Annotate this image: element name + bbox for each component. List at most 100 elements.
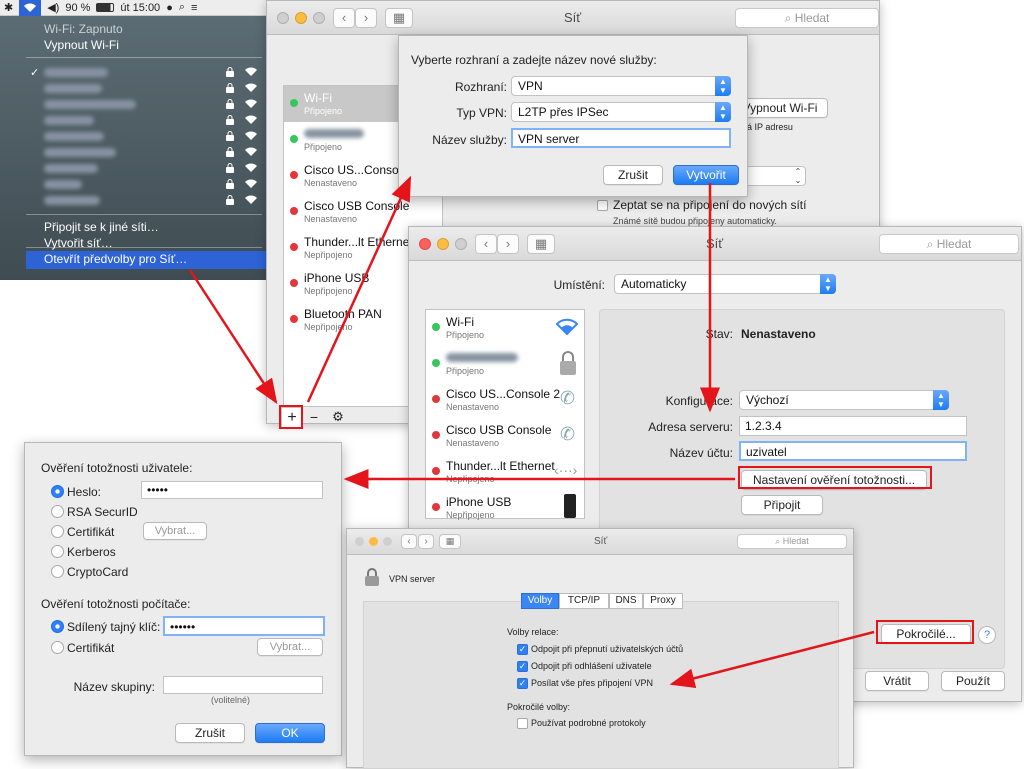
shared-secret-radio[interactable] — [51, 620, 64, 633]
zoom-button[interactable] — [455, 238, 467, 250]
revert-button[interactable]: Vrátit — [865, 671, 929, 691]
menu-list-icon[interactable]: ≡ — [191, 2, 197, 14]
wifi-network-item[interactable] — [44, 66, 257, 79]
battery-icon[interactable] — [96, 3, 115, 12]
forward-button[interactable]: › — [418, 534, 434, 549]
account-name-input[interactable]: uzivatel — [739, 441, 967, 461]
interface-popup[interactable]: VPN ▲ ▼ — [511, 76, 731, 96]
service-item[interactable]: Cisco US...Console 2 Nenastaveno ✆ — [426, 382, 584, 418]
kerberos-radio[interactable] — [51, 545, 64, 558]
configuration-popup[interactable]: Výchozí ▲ ▼ — [739, 390, 949, 410]
wifi-network-item[interactable] — [44, 130, 257, 143]
open-network-prefs[interactable]: Otevřít předvolby pro Síť… — [44, 252, 187, 266]
wifi-network-item[interactable] — [44, 162, 257, 175]
zoom-button[interactable] — [383, 537, 392, 546]
certificate-radio[interactable] — [51, 525, 64, 538]
choose-certificate-button[interactable]: Vybrat... — [143, 522, 207, 540]
search-field[interactable]: ⌕ Hledat — [735, 8, 879, 28]
service-item[interactable]: Cisco USB Console Nenastaveno ✆ — [426, 418, 584, 454]
option-checkbox[interactable]: ✓ — [517, 661, 528, 672]
minimize-button[interactable] — [295, 12, 307, 24]
clock[interactable]: út 15:00 — [120, 2, 160, 14]
lock-icon — [226, 147, 234, 157]
forward-button[interactable]: › — [355, 8, 377, 28]
minimize-button[interactable] — [437, 238, 449, 250]
wifi-network-item[interactable] — [44, 146, 257, 159]
service-status: Připojeno — [304, 106, 343, 116]
connect-button[interactable]: Připojit — [741, 495, 823, 515]
status-value: Nenastaveno — [741, 327, 816, 341]
status-dot — [290, 99, 298, 107]
back-button[interactable]: ‹ — [401, 534, 417, 549]
tab-dns[interactable]: DNS — [609, 593, 643, 609]
user-icon[interactable]: ● — [166, 2, 173, 14]
status-dot — [290, 135, 298, 143]
title-bar: ‹ › ▦ Síť ⌕ Hledat — [409, 227, 1021, 261]
gear-icon[interactable]: ⚙ — [323, 407, 353, 429]
search-icon[interactable]: ⌕ — [179, 1, 185, 14]
show-all-button[interactable]: ▦ — [439, 534, 461, 549]
forward-button[interactable]: › — [497, 234, 519, 254]
join-other-network[interactable]: Připojit se k jiné síti… — [44, 220, 159, 234]
service-item[interactable]: Thunder...lt Ethernet Nepřipojeno ‹···› — [426, 454, 584, 490]
show-all-button[interactable]: ▦ — [385, 8, 413, 28]
vpn-type-popup[interactable]: L2TP přes IPSec ▲ ▼ — [511, 102, 731, 122]
password-input[interactable]: ••••• — [141, 481, 323, 499]
tab-proxy[interactable]: Proxy — [643, 593, 683, 609]
checkmark-icon: ✓ — [30, 67, 40, 79]
wifi-toggle[interactable]: Vypnout Wi-Fi — [44, 38, 119, 52]
minimize-button[interactable] — [369, 537, 378, 546]
cancel-button[interactable]: Zrušit — [603, 165, 663, 185]
service-name-input[interactable]: VPN server — [511, 128, 731, 148]
cryptocard-radio[interactable] — [51, 565, 64, 578]
new-service-sheet: Vyberte rozhraní a zadejte název nové sl… — [398, 35, 748, 197]
rsa-radio[interactable] — [51, 505, 64, 518]
wifi-network-item[interactable] — [44, 82, 257, 95]
wifi-menu-icon[interactable] — [19, 0, 42, 16]
wifi-signal-icon — [245, 131, 257, 140]
wifi-network-item[interactable] — [44, 178, 257, 191]
service-item[interactable]: iPhone USB Nepřipojeno — [426, 490, 584, 526]
bluetooth-icon[interactable]: ✱ — [4, 1, 13, 14]
close-button[interactable] — [419, 238, 431, 250]
wifi-network-item[interactable] — [44, 194, 257, 207]
password-radio[interactable] — [51, 485, 64, 498]
machine-certificate-radio[interactable] — [51, 641, 64, 654]
tab-options[interactable]: Volby — [521, 593, 559, 609]
search-field[interactable]: ⌕ Hledat — [737, 534, 847, 549]
server-address-input[interactable]: 1.2.3.4 — [739, 416, 967, 436]
ask-join-checkbox[interactable] — [597, 200, 608, 211]
verbose-logging-checkbox[interactable] — [517, 718, 528, 729]
tab-tcpip[interactable]: TCP/IP — [559, 593, 609, 609]
choose-machine-certificate-button[interactable]: Vybrat... — [257, 638, 323, 656]
service-item[interactable]: Připojeno — [426, 346, 584, 382]
session-options-heading: Volby relace: — [507, 627, 559, 637]
create-button[interactable]: Vytvořit — [673, 165, 739, 185]
search-field[interactable]: ⌕ Hledat — [879, 234, 1019, 254]
service-status: Připojeno — [304, 142, 343, 152]
service-item[interactable]: Cisco USB Console Nenastaveno — [284, 194, 442, 230]
wifi-network-item[interactable] — [44, 114, 257, 127]
back-button[interactable]: ‹ — [475, 234, 497, 254]
show-all-button[interactable]: ▦ — [527, 234, 555, 254]
blurred-network-name — [44, 84, 102, 93]
volume-icon[interactable]: ◀) — [47, 1, 59, 14]
shared-secret-input[interactable]: •••••• — [163, 616, 325, 636]
wifi-dropdown-menu: Wi-Fi: Zapnuto Vypnout Wi-Fi ✓ Připojit … — [0, 16, 266, 280]
service-item-wifi[interactable]: Wi-Fi Připojeno — [426, 310, 584, 346]
close-button[interactable] — [277, 12, 289, 24]
option-checkbox[interactable]: ✓ — [517, 644, 528, 655]
location-popup[interactable]: Automaticky ▲ ▼ — [614, 274, 836, 294]
group-name-input[interactable] — [163, 676, 323, 694]
remove-service-button[interactable]: − — [305, 407, 323, 429]
back-button[interactable]: ‹ — [333, 8, 355, 28]
add-button-highlight — [279, 405, 303, 429]
zoom-button[interactable] — [313, 12, 325, 24]
send-all-traffic-checkbox[interactable]: ✓ — [517, 678, 528, 689]
help-button[interactable]: ? — [978, 626, 996, 644]
apply-button[interactable]: Použít — [941, 671, 1005, 691]
wifi-network-item[interactable] — [44, 98, 257, 111]
cancel-button[interactable]: Zrušit — [175, 723, 245, 743]
ok-button[interactable]: OK — [255, 723, 325, 743]
close-button[interactable] — [355, 537, 364, 546]
